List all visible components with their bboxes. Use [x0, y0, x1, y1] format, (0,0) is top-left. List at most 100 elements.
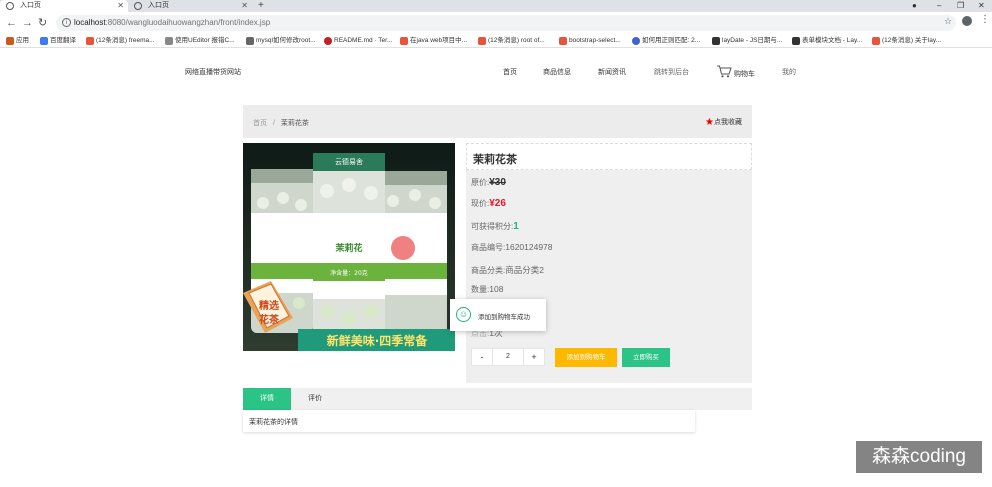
original-price-row: 原价:¥30: [471, 177, 506, 188]
globe-icon: [134, 2, 142, 10]
apps-grid-icon: [6, 37, 14, 45]
original-price-value: ¥30: [489, 177, 506, 188]
bookmark-item[interactable]: (12条消息) freema...: [86, 34, 155, 48]
csdn-icon: [478, 37, 486, 45]
quantity-stepper: - 2 +: [471, 348, 545, 366]
csdn-icon: [400, 37, 408, 45]
badge-top-text: 精选: [259, 299, 279, 312]
bookmark-item[interactable]: README.md · Ter...: [324, 34, 392, 48]
profile-avatar[interactable]: [962, 16, 972, 26]
tab-detail[interactable]: 详情: [243, 388, 291, 410]
forward-arrow-icon[interactable]: →: [22, 17, 33, 29]
favorite-label: 点我收藏: [714, 119, 742, 126]
quantity-input[interactable]: 2: [493, 348, 523, 366]
slogan-text: 新鲜美味·四季常备: [327, 333, 429, 348]
breadcrumb-separator: /: [272, 120, 275, 127]
cart-icon[interactable]: [716, 64, 732, 78]
url-text[interactable]: localhost:8080/wangluodaihuowangzhan/fro…: [74, 17, 270, 29]
favorite-button[interactable]: ★点我收藏: [705, 117, 742, 128]
bookmark-item[interactable]: mysql如何修改root...: [246, 34, 316, 48]
breadcrumb-home[interactable]: 首页: [253, 120, 267, 127]
buy-now-button[interactable]: 立即购买: [622, 348, 670, 367]
csdn-icon: [86, 37, 94, 45]
reload-icon[interactable]: ↻: [38, 17, 47, 29]
address-bar[interactable]: i localhost:8080/wangluodaihuowangzhan/f…: [56, 15, 956, 31]
star-icon: ★: [705, 117, 714, 128]
browser-tab[interactable]: 入口页 ✕: [128, 0, 252, 12]
menu-kebab-icon[interactable]: ⋮: [980, 14, 990, 25]
nav-products[interactable]: 商品信息: [543, 67, 571, 77]
translate-icon: [40, 37, 48, 45]
bookmark-item[interactable]: bootstrap-select...: [559, 34, 621, 48]
watermark: 森森coding: [856, 441, 982, 473]
smile-icon: ☺: [456, 307, 471, 322]
nav-admin[interactable]: 跳转到后台: [654, 67, 689, 77]
back-arrow-icon[interactable]: ←: [6, 17, 17, 29]
add-to-cart-button[interactable]: 添加到购物车: [555, 348, 617, 367]
success-toast: ☺ 添加到购物车成功: [450, 299, 546, 331]
close-icon[interactable]: ✕: [117, 0, 124, 12]
stock-label: 数量:: [471, 285, 490, 294]
nav-home[interactable]: 首页: [503, 67, 517, 77]
tab-review[interactable]: 评价: [291, 388, 339, 410]
nav-news[interactable]: 新闻资讯: [598, 67, 626, 77]
product-image: 云德易舍 茉莉花 净含量：20克 精选 花茶 新鲜美味·四季常备: [243, 143, 455, 351]
nav-mine[interactable]: 我的: [782, 67, 796, 77]
product-name-bar: 茉莉花茶: [466, 143, 752, 170]
increment-button[interactable]: +: [523, 348, 545, 366]
points-value: 1: [513, 221, 519, 232]
maximize-button[interactable]: ❐: [957, 0, 964, 12]
tab-title: 入口页: [20, 2, 41, 9]
points-row: 可获得积分:1: [471, 221, 519, 232]
code-label: 商品编号:: [471, 243, 506, 252]
bookmark-item[interactable]: (12条消息) root of...: [478, 34, 545, 48]
bookmarks-bar: 应用 百度翻译 (12条消息) freema... 使用UEditor 报错C.…: [0, 34, 992, 48]
bookmark-item[interactable]: layDate - JS日期与...: [712, 34, 782, 48]
category-row: 商品分类:商品分类2: [471, 264, 544, 276]
browser-tab-bar: 入口页 ✕ 入口页 ✕ + ● – ❐ ✕: [0, 0, 992, 12]
bookmark-item[interactable]: 在java web项目中...: [400, 34, 467, 48]
page-icon: [165, 37, 173, 45]
layui-icon: [792, 37, 800, 45]
address-row: ← → ↻ i localhost:8080/wangluodaihuowang…: [0, 12, 992, 34]
detail-content: 茉莉花茶的详情: [243, 410, 695, 432]
bookmark-item[interactable]: 如何用正则匹配: 2...: [632, 34, 700, 48]
decrement-button[interactable]: -: [471, 348, 493, 366]
info-icon[interactable]: i: [62, 18, 71, 27]
breadcrumb-current: 茉莉花茶: [280, 120, 309, 127]
stock-value: 108: [489, 284, 504, 294]
toast-text: 添加到购物车成功: [478, 314, 530, 321]
bookmark-item[interactable]: 使用UEditor 报错C...: [165, 34, 235, 48]
product-name: 茉莉花茶: [473, 154, 517, 166]
bookmark-item[interactable]: 百度翻译: [40, 34, 76, 48]
close-icon[interactable]: ✕: [241, 0, 248, 12]
points-label: 可获得积分:: [471, 222, 514, 231]
jar-weight-text: 净含量：20克: [330, 269, 368, 277]
gitee-icon: [324, 37, 332, 45]
bookmark-item[interactable]: 应用: [6, 34, 29, 48]
detail-tabs: 详情 评价: [243, 388, 752, 410]
category-value: 商品分类2: [505, 265, 544, 275]
window-close-button[interactable]: ✕: [978, 0, 985, 12]
site-title: 网络直播带货网站: [185, 69, 241, 76]
bookmark-star-icon[interactable]: ☆: [944, 16, 952, 27]
breadcrumb: 首页 / 茉莉花茶: [253, 118, 309, 128]
price-value: ¥26: [489, 198, 506, 209]
code-value: 1620124978: [505, 242, 553, 252]
stock-row: 数量:108: [471, 284, 503, 295]
nav-cart[interactable]: 购物车: [734, 69, 755, 79]
record-icon[interactable]: ●: [912, 0, 917, 12]
bookmark-item[interactable]: 表单模块文档 - Lay...: [792, 34, 862, 48]
globe-icon: [6, 2, 14, 10]
page-icon: [246, 37, 254, 45]
breadcrumb-panel: 首页 / 茉莉花茶 ★点我收藏: [243, 105, 752, 138]
paw-icon: [632, 37, 640, 45]
minimize-button[interactable]: –: [937, 0, 941, 12]
bookmark-item[interactable]: (12条消息) 关于lay...: [872, 34, 941, 48]
price-row: 现价:¥26: [471, 198, 506, 209]
jar-label-text: 茉莉花: [334, 242, 362, 254]
price-label: 现价:: [471, 199, 490, 208]
browser-tab-active[interactable]: 入口页 ✕: [0, 0, 128, 12]
new-tab-button[interactable]: +: [258, 0, 264, 12]
category-label: 商品分类:: [471, 266, 506, 275]
